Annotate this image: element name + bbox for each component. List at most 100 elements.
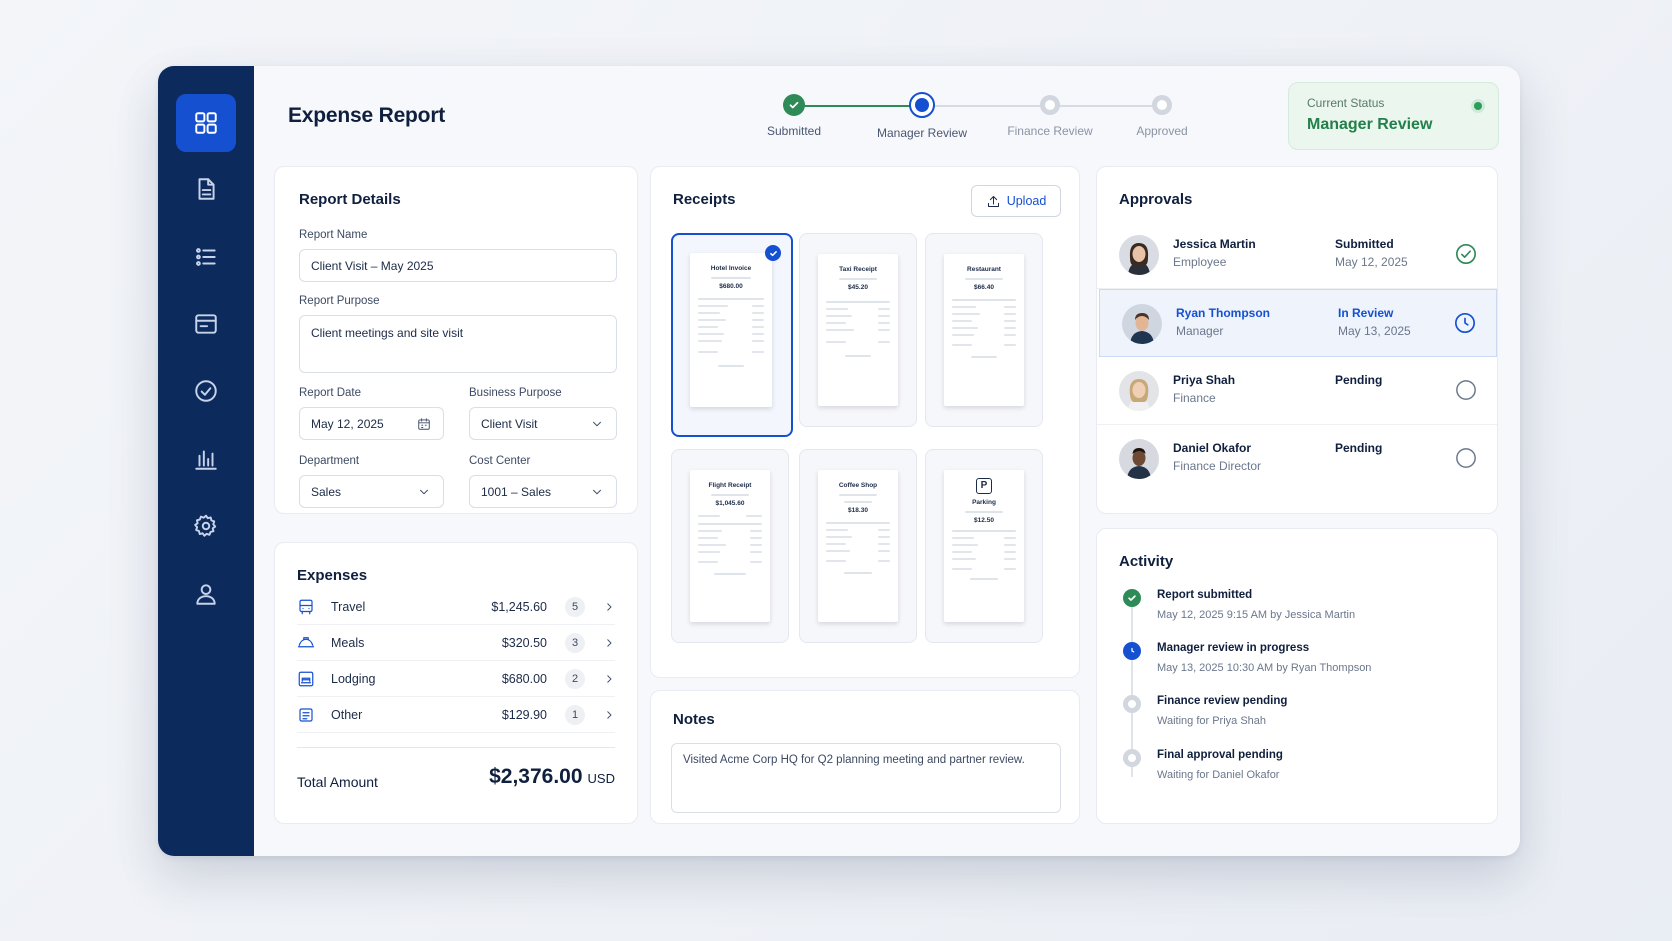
receipt-hotel-invoice[interactable]: Hotel Invoice $680.00 — [671, 233, 793, 437]
nav-approvals[interactable] — [176, 362, 236, 420]
chevron-right-icon — [607, 710, 612, 719]
report-date-label: Report Date — [299, 387, 362, 399]
status-value: Manager Review — [1307, 116, 1433, 133]
avatar — [1119, 371, 1159, 411]
department-label: Department — [299, 455, 360, 467]
bus-icon — [299, 599, 313, 614]
department-select[interactable]: Sales — [299, 475, 444, 508]
activity-title-text: Final approval pending — [1157, 749, 1283, 761]
status-indicator-dot — [1474, 102, 1482, 110]
expense-row-other[interactable]: Other $129.90 1 — [297, 697, 615, 733]
total-amount-value: $2,376.00 — [489, 765, 583, 788]
sidebar — [158, 66, 254, 856]
step-approved[interactable]: Approved — [1102, 92, 1222, 138]
report-date-value: May 12, 2025 — [311, 416, 384, 431]
selected-check-icon — [765, 245, 781, 261]
receipts-title: Receipts — [673, 191, 736, 208]
expense-row-travel[interactable]: Travel $1,245.60 5 — [297, 589, 615, 625]
approver-role: Manager — [1176, 324, 1224, 338]
receipt-coffee-shop[interactable]: Coffee Shop $18.30 — [799, 449, 917, 643]
nav-cards[interactable] — [176, 295, 236, 353]
approval-state: Pending — [1335, 373, 1383, 387]
expense-amount: $320.50 — [501, 635, 547, 650]
report-name-label: Report Name — [299, 229, 368, 241]
expense-amount: $129.90 — [501, 707, 547, 722]
notes-title: Notes — [673, 711, 715, 728]
approval-state: In Review — [1338, 306, 1394, 320]
document-icon — [198, 178, 215, 200]
avatar — [1122, 304, 1162, 344]
receipt-restaurant[interactable]: Restaurant $66.40 — [925, 233, 1043, 427]
expense-name: Lodging — [331, 671, 376, 686]
business-purpose-select[interactable]: Client Visit — [469, 407, 617, 440]
receipt-amount: $45.20 — [848, 284, 868, 291]
nav-settings[interactable] — [176, 497, 236, 555]
check-icon — [783, 94, 805, 116]
activity-item: Final approval pending Waiting for Danie… — [1157, 749, 1283, 781]
currency-label: USD — [587, 771, 615, 786]
chevron-right-icon — [607, 674, 612, 683]
step-submitted[interactable]: Submitted — [734, 92, 854, 138]
avatar — [1119, 235, 1159, 275]
approver-name: Jessica Martin — [1173, 237, 1256, 251]
activity-title-text: Report submitted — [1157, 589, 1253, 601]
total-amount: $2,376.00 USD — [489, 765, 615, 789]
expense-row-lodging[interactable]: Lodging $680.00 2 — [297, 661, 615, 697]
chevron-right-icon — [607, 638, 612, 647]
nav-analytics[interactable] — [176, 430, 236, 488]
clock-icon — [1123, 642, 1141, 660]
approver-name: Priya Shah — [1173, 373, 1236, 387]
pending-step-icon — [1152, 95, 1172, 115]
receipt-amount: $66.40 — [974, 284, 994, 291]
approver-name: Ryan Thompson — [1176, 306, 1271, 320]
main-area: Expense Report Submitted Manager Review — [254, 66, 1520, 856]
receipt-taxi[interactable]: Taxi Receipt $45.20 — [799, 233, 917, 427]
activity-title-text: Finance review pending — [1157, 695, 1288, 707]
chevron-down-icon — [593, 489, 601, 494]
report-details-card: Report Details Report Name Client Visit … — [274, 166, 638, 514]
report-purpose-field[interactable]: Client meetings and site visit — [299, 315, 617, 373]
nav-documents[interactable] — [176, 160, 236, 218]
divider — [297, 747, 615, 748]
expense-count-badge: 5 — [565, 596, 585, 617]
report-name-field[interactable]: Client Visit – May 2025 — [299, 249, 617, 282]
activity-item: Report submitted May 12, 2025 9:15 AM by… — [1157, 589, 1355, 621]
expense-amount: $1,245.60 — [491, 599, 547, 614]
nav-list[interactable] — [176, 228, 236, 286]
step-label: Manager Review — [876, 126, 968, 140]
approval-row-ryan-thompson[interactable]: Ryan Thompson Manager In Review May 13, … — [1099, 289, 1497, 357]
approval-row-jessica-martin[interactable]: Jessica Martin Employee Submitted May 12… — [1097, 221, 1497, 289]
receipt-amount: $18.30 — [848, 507, 868, 514]
receipt-flight[interactable]: Flight Receipt $1,045.60 — [671, 449, 789, 643]
step-label: Submitted — [766, 124, 822, 138]
receipt-parking[interactable]: P Parking $12.50 — [925, 449, 1043, 643]
step-label: Finance Review — [1007, 124, 1093, 138]
receipt-amount: $12.50 — [974, 517, 994, 524]
report-purpose-value: Client meetings and site visit — [311, 326, 464, 340]
user-icon — [196, 584, 216, 605]
approval-row-daniel-okafor[interactable]: Daniel Okafor Finance Director Pending — [1097, 425, 1497, 493]
receipt-title: Parking — [972, 499, 996, 506]
receipts-card: Receipts Upload Hotel Invoice $680.00 Ta… — [650, 166, 1080, 678]
nav-dashboard[interactable] — [176, 94, 236, 152]
step-manager-review[interactable]: Manager Review — [862, 92, 982, 140]
expenses-title: Expenses — [297, 567, 368, 584]
report-date-field[interactable]: May 12, 2025 — [299, 407, 444, 440]
pending-dot-icon — [1123, 749, 1141, 767]
expense-count-badge: 1 — [565, 704, 585, 725]
approval-row-priya-shah[interactable]: Priya Shah Finance Pending — [1097, 357, 1497, 425]
report-details-title: Report Details — [299, 191, 401, 208]
receipt-icon — [299, 707, 313, 722]
cost-center-select[interactable]: 1001 – Sales — [469, 475, 617, 508]
status-caption: Current Status — [1307, 96, 1385, 110]
notes-textarea[interactable]: Visited Acme Corp HQ for Q2 planning mee… — [671, 743, 1061, 813]
total-amount-label: Total Amount — [297, 774, 378, 790]
upload-button[interactable]: Upload — [971, 185, 1061, 217]
activity-subtext: May 12, 2025 9:15 AM by Jessica Martin — [1157, 609, 1356, 621]
chevron-down-icon — [420, 489, 428, 494]
activity-title: Activity — [1119, 553, 1174, 570]
nav-profile[interactable] — [176, 565, 236, 623]
step-finance-review[interactable]: Finance Review — [990, 92, 1110, 138]
expense-row-meals[interactable]: Meals $320.50 3 — [297, 625, 615, 661]
dashboard-icon — [195, 112, 217, 134]
